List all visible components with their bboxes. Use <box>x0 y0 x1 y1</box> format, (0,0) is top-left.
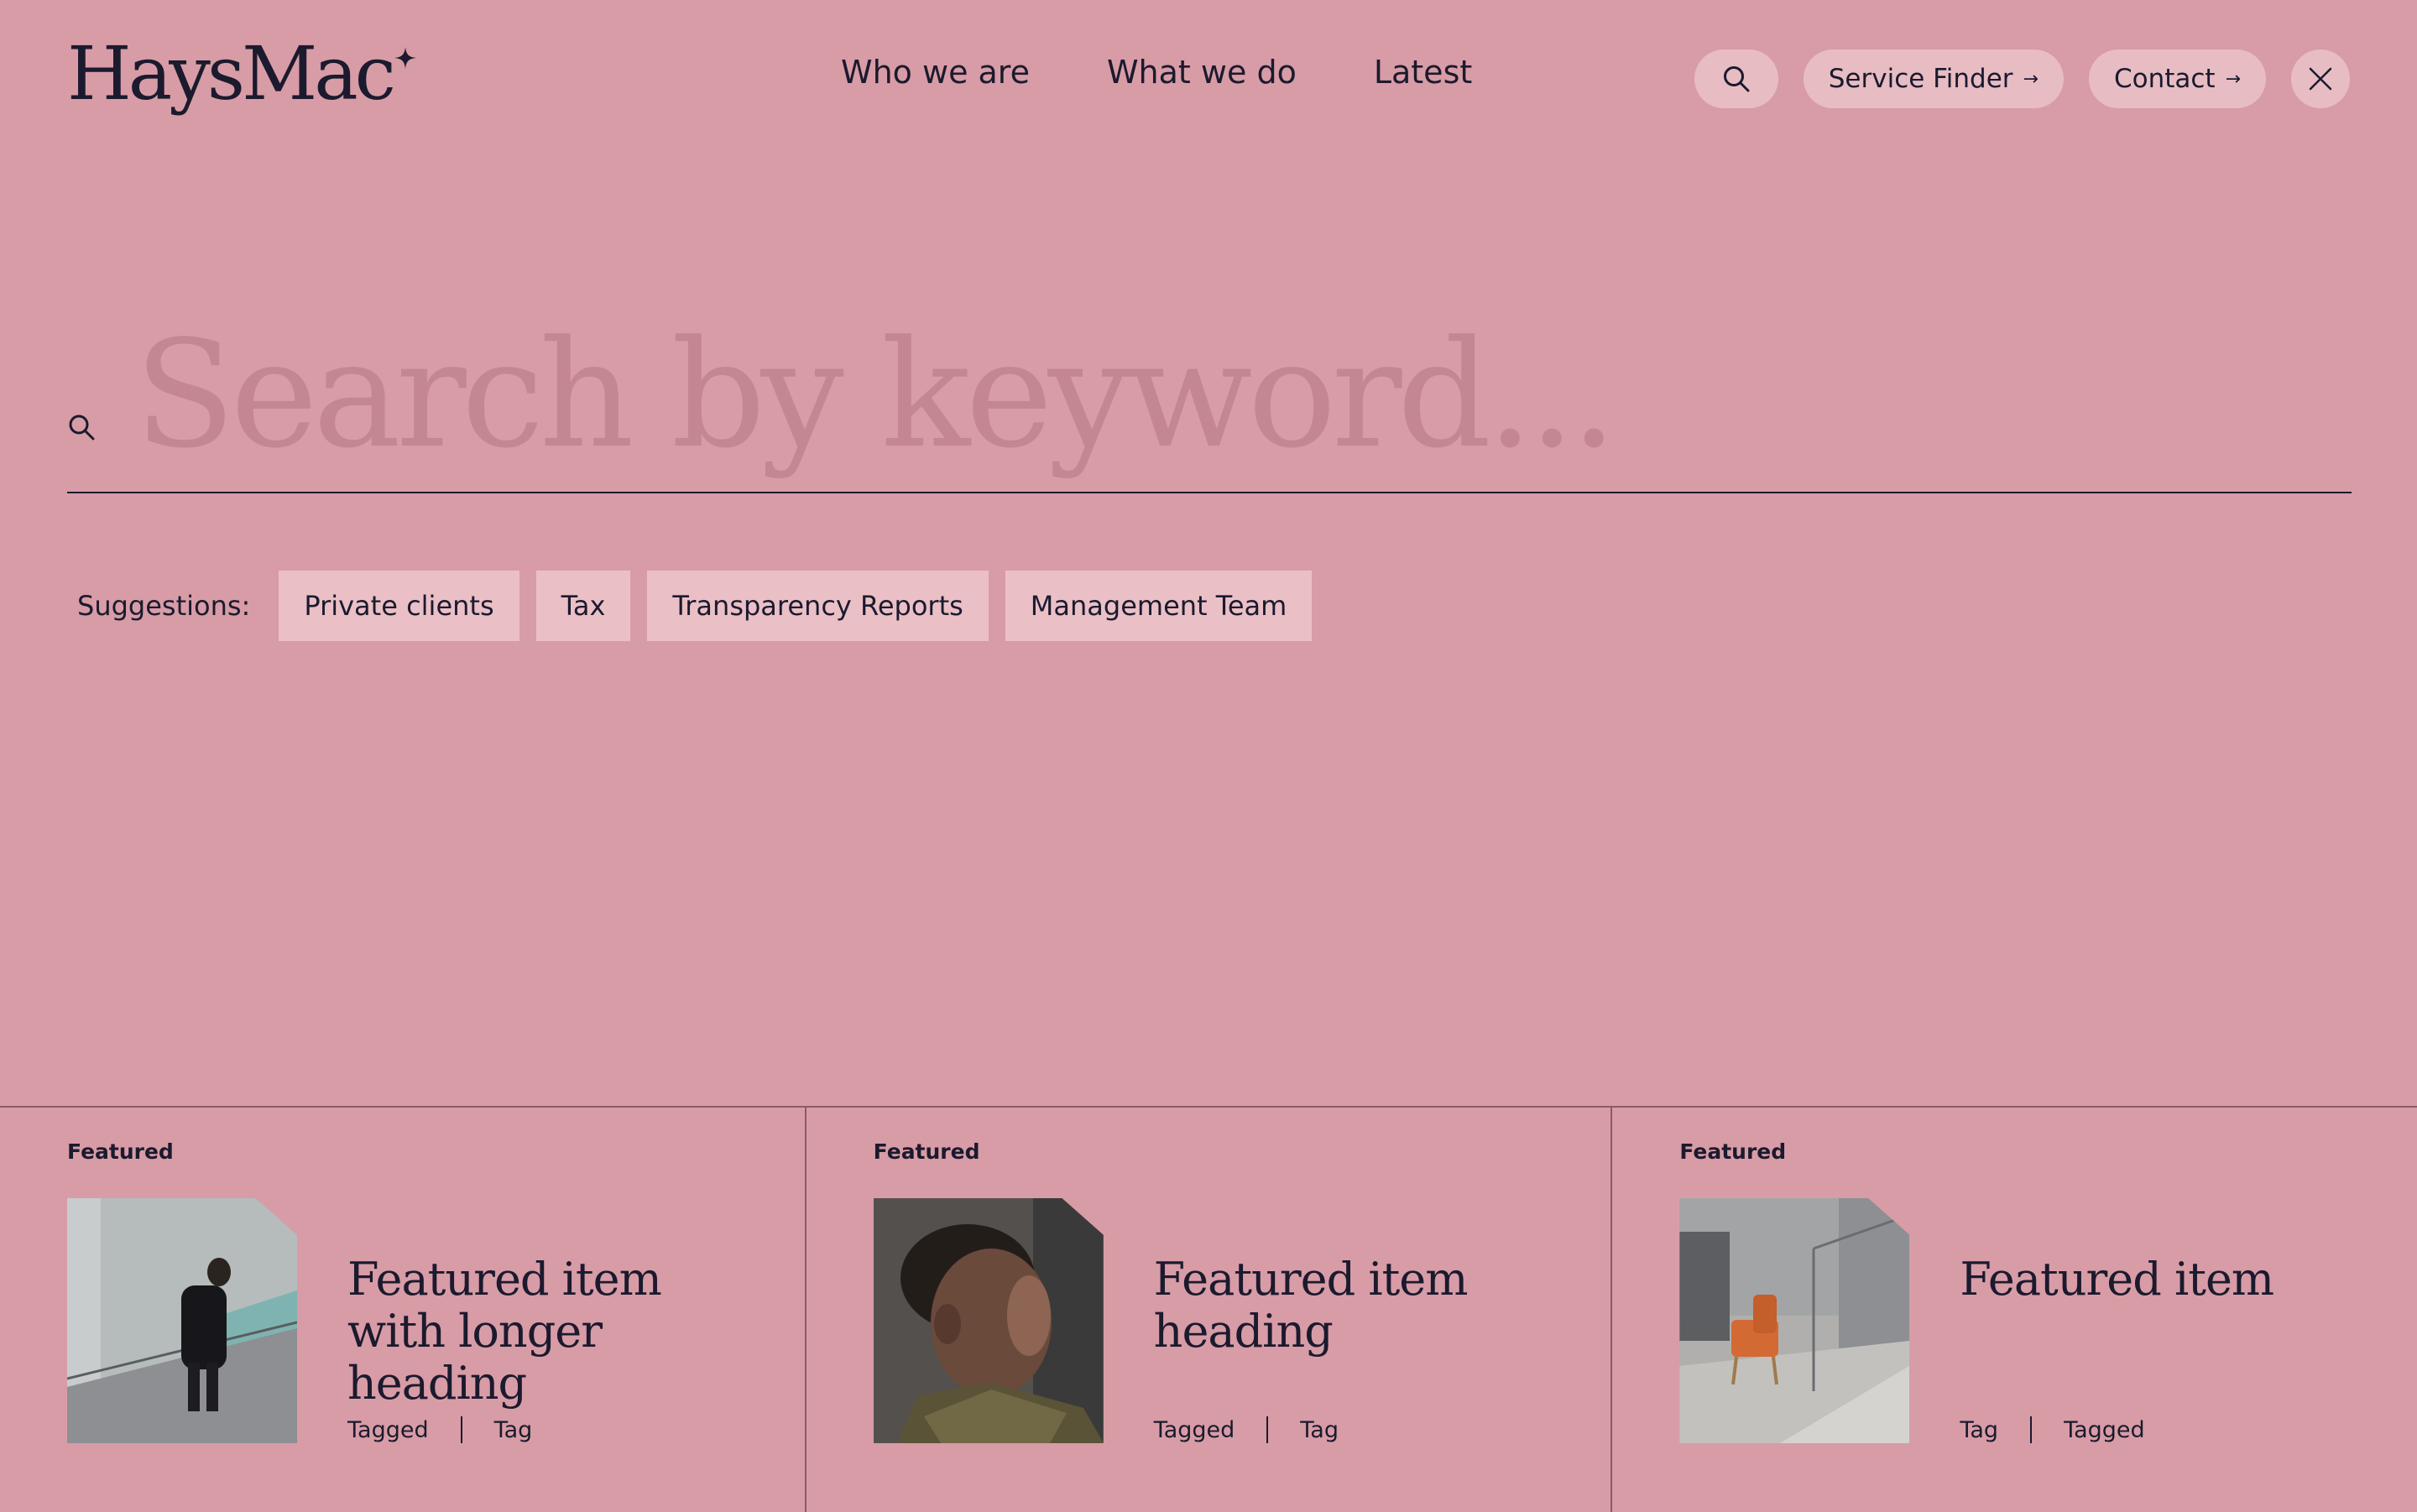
suggestions-label: Suggestions: <box>77 590 251 622</box>
featured-image-interior[interactable] <box>1679 1198 1909 1443</box>
main-nav: Who we are What we do Latest <box>841 54 1472 92</box>
featured-label: Featured <box>873 1139 980 1164</box>
tag-divider <box>1266 1416 1269 1443</box>
header-actions: Service Finder → Contact → <box>1694 50 2350 108</box>
featured-card[interactable]: Featured Featured item heading Tagged Ta… <box>807 1108 1613 1512</box>
suggestion-chip-private-clients[interactable]: Private clients <box>279 571 519 641</box>
arrow-right-icon: → <box>2225 68 2241 90</box>
featured-heading[interactable]: Featured item with longer heading <box>347 1254 750 1410</box>
contact-button[interactable]: Contact → <box>2088 50 2266 108</box>
featured-card[interactable]: Featured Featured item with longer headi… <box>0 1108 807 1512</box>
logo-text: HaysMac <box>67 30 396 117</box>
featured-strip: Featured Featured item with longer headi… <box>0 1106 2417 1512</box>
search-button[interactable] <box>1694 50 1778 108</box>
nav-item-who-we-are[interactable]: Who we are <box>841 54 1030 92</box>
featured-heading[interactable]: Featured item <box>1960 1254 2362 1306</box>
tag[interactable]: Tag <box>1960 1417 1998 1443</box>
search-icon <box>1723 66 1750 92</box>
featured-label: Featured <box>1679 1139 1787 1164</box>
tag[interactable]: Tagged <box>2064 1417 2145 1443</box>
tag[interactable]: Tagged <box>347 1417 429 1443</box>
nav-item-latest[interactable]: Latest <box>1374 54 1472 92</box>
featured-tags: Tagged Tag <box>1154 1416 1339 1443</box>
service-finder-button[interactable]: Service Finder → <box>1803 50 2064 108</box>
tag-divider <box>460 1416 462 1443</box>
nav-item-what-we-do[interactable]: What we do <box>1107 54 1297 92</box>
tag[interactable]: Tag <box>494 1417 533 1443</box>
suggestion-chip-transparency-reports[interactable]: Transparency Reports <box>647 571 989 641</box>
search-input[interactable] <box>134 302 2333 487</box>
service-finder-label: Service Finder <box>1828 64 2013 94</box>
featured-tags: Tag Tagged <box>1960 1416 2145 1443</box>
featured-card[interactable]: Featured Featured item Tag Tagged <box>1612 1108 2417 1512</box>
featured-label: Featured <box>67 1139 174 1164</box>
featured-tags: Tagged Tag <box>347 1416 532 1443</box>
suggestions: Suggestions: Private clients Tax Transpa… <box>77 571 1313 641</box>
arrow-right-icon: → <box>2023 68 2039 90</box>
suggestion-chip-management-team[interactable]: Management Team <box>1005 571 1313 641</box>
close-icon <box>2309 67 2332 91</box>
suggestion-chip-tax[interactable]: Tax <box>535 571 631 641</box>
close-button[interactable] <box>2291 50 2350 108</box>
tag[interactable]: Tagged <box>1154 1417 1235 1443</box>
tag[interactable]: Tag <box>1300 1417 1339 1443</box>
featured-image-stairs[interactable] <box>67 1198 297 1443</box>
contact-label: Contact <box>2113 64 2216 94</box>
logo[interactable]: HaysMac <box>67 37 416 111</box>
tag-divider <box>2030 1416 2033 1443</box>
search-bar <box>67 302 2352 493</box>
featured-image-portrait[interactable] <box>874 1198 1104 1443</box>
search-icon <box>69 414 95 441</box>
sparkle-icon <box>394 47 416 69</box>
featured-heading[interactable]: Featured item heading <box>1154 1254 1557 1358</box>
